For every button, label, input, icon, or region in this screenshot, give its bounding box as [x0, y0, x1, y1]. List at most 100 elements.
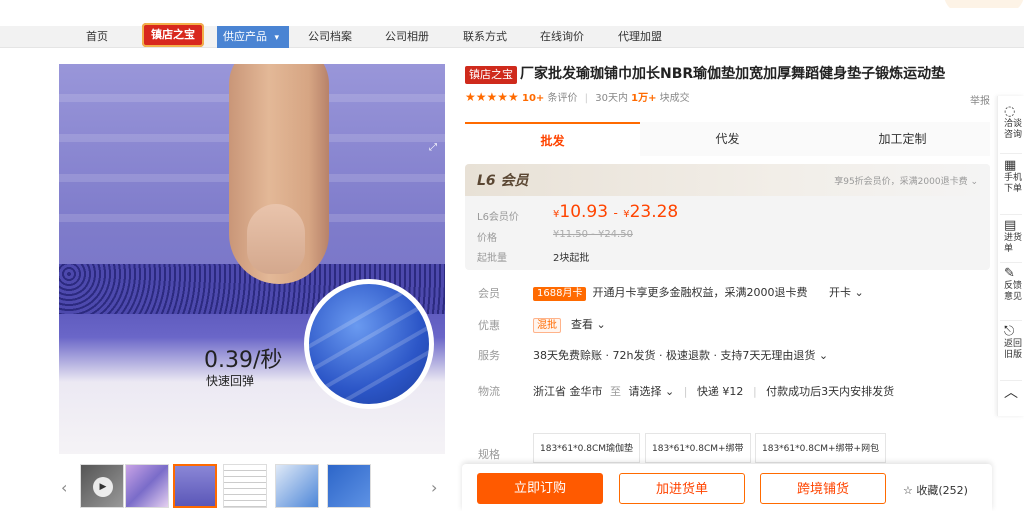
- edit-icon: ✎: [1004, 266, 1015, 281]
- mixed-batch-tag: 混批: [533, 318, 561, 333]
- report-link[interactable]: 举报: [970, 92, 990, 107]
- price-high: 23.28: [629, 202, 679, 222]
- action-bar: 立即订购 加进货单 跨境铺货 ☆ 收藏(252): [462, 464, 992, 511]
- speed-text: 0.39/秒: [204, 348, 283, 373]
- ship-from: 浙江省 金华市: [533, 385, 603, 398]
- thumbnail-3-selected[interactable]: [173, 464, 217, 508]
- thumbnail-video[interactable]: ▶: [80, 464, 124, 508]
- nav-contact[interactable]: 联系方式: [463, 26, 507, 48]
- orig-price-label: 价格: [477, 233, 497, 244]
- ship-to-word: 至: [610, 385, 621, 398]
- sidebar-consult[interactable]: ◌ 洽谈咨询: [1004, 104, 1024, 141]
- chevron-down-icon: ⌄: [661, 385, 675, 398]
- rating-row: ★★★★★ 10+ 条评价 | 30天内 1万+ 块成交: [465, 90, 690, 106]
- spec-option-3[interactable]: 183*61*0.8CM+绑带+网包: [755, 433, 887, 463]
- service-row[interactable]: 38天免费赊账 · 72h发货 · 极速退款 · 支持7天无理由退货 ⌄: [533, 347, 828, 363]
- vip-note[interactable]: 享95折会员价，采满2000退卡费 ⌄: [834, 174, 978, 187]
- list-icon: ▤: [1004, 218, 1017, 233]
- fingernail-image: [247, 204, 305, 274]
- view-discount-button[interactable]: 查看 ⌄: [571, 318, 606, 331]
- vip-note-text: 享95折会员价，采满2000退卡费: [834, 177, 968, 187]
- chat-icon: ◌: [1004, 104, 1016, 119]
- nav-agent[interactable]: 代理加盟: [618, 26, 662, 48]
- chevron-down-icon: ⌄: [850, 286, 864, 299]
- thumbnail-5[interactable]: [275, 464, 319, 508]
- divider: [1000, 153, 1022, 154]
- divider: |: [683, 385, 688, 398]
- right-sidebar: ◌ 洽谈咨询 ▦ 手机下单 ▤ 进货单 ✎ 反馈意见 ⎋ 返回旧版 ︿: [997, 96, 1024, 416]
- prev-arrow-icon[interactable]: ‹: [61, 478, 67, 497]
- divider: [1000, 320, 1022, 321]
- product-title-tag: 镇店之宝: [465, 66, 517, 84]
- member-card-tag: 1688月卡: [533, 287, 587, 301]
- thumbnail-4[interactable]: [223, 464, 267, 508]
- nav-archive[interactable]: 公司档案: [308, 26, 352, 48]
- sidebar-feedback[interactable]: ✎ 反馈意见: [1004, 266, 1024, 303]
- price-box: L6 会员 享95折会员价，采满2000退卡费 ⌄ L6会员价 ¥10.93 -…: [465, 164, 990, 270]
- star-icon: ☆: [903, 484, 913, 497]
- chevron-down-icon: ⌄: [970, 177, 978, 187]
- spec-label: 规格: [478, 448, 500, 461]
- open-card-button[interactable]: 开卡 ⌄: [829, 286, 864, 299]
- tab-wholesale[interactable]: 批发: [465, 122, 640, 156]
- chevron-down-icon: ▾: [274, 33, 280, 43]
- sidebar-feedback-label: 反馈意见: [1004, 281, 1023, 302]
- deals-prefix: 30天内: [595, 93, 628, 104]
- discount-row: 混批 查看 ⌄: [533, 316, 606, 333]
- sidebar-back[interactable]: ⎋ 返回旧版: [1004, 325, 1024, 361]
- spec-option-2[interactable]: 183*61*0.8CM+绑带: [645, 433, 751, 463]
- tab-dropship[interactable]: 代发: [640, 122, 815, 156]
- spec-option-1[interactable]: 183*61*0.8CM瑜伽垫: [533, 433, 640, 463]
- member-level-header: L6 会员 享95折会员价，采满2000退卡费 ⌄: [465, 164, 990, 196]
- scroll-top-icon[interactable]: ︿: [1004, 386, 1024, 400]
- vip-price-range: ¥10.93 - ¥23.28: [553, 202, 678, 222]
- product-title: 厂家批发瑜珈铺巾加长NBR瑜伽垫加宽加厚舞蹈健身垫子锻炼运动垫: [520, 66, 946, 82]
- sidebar-back-label: 返回旧版: [1004, 339, 1023, 360]
- thumbnail-2[interactable]: [125, 464, 169, 508]
- nav-album[interactable]: 公司相册: [385, 26, 429, 48]
- member-text: 开通月卡享更多金融权益，采满2000退卡费: [592, 286, 808, 299]
- nav-supply-label: 供应产品: [223, 30, 267, 43]
- ship-to-value: 请选择: [628, 385, 662, 398]
- thumbnail-6[interactable]: [327, 464, 371, 508]
- nav-home[interactable]: 首页: [86, 26, 108, 48]
- play-icon: ▶: [93, 477, 113, 497]
- price-low: 10.93: [559, 202, 609, 222]
- chevron-down-icon: ⌄: [815, 349, 829, 362]
- sidebar-mobile[interactable]: ▦ 手机下单: [1004, 158, 1024, 195]
- vip-price-label: L6会员价: [477, 212, 519, 223]
- chevron-down-icon: ⌄: [593, 318, 606, 331]
- view-discount-label: 查看: [571, 318, 593, 331]
- crossborder-button[interactable]: 跨境铺货: [760, 473, 886, 504]
- top-bar-remnant: · · · · · · · · · · · · · · · · · ·: [228, 0, 339, 4]
- ship-to-select[interactable]: 请选择 ⌄: [629, 385, 675, 398]
- main-product-image[interactable]: 0.39/秒 快速回弹 ⤢: [59, 64, 445, 454]
- favorite-button[interactable]: ☆ 收藏(252): [903, 482, 968, 498]
- member-row: 1688月卡 开通月卡享更多金融权益，采满2000退卡费 开卡 ⌄: [533, 284, 864, 301]
- detail-circle: [304, 279, 434, 409]
- express-fee: 快递 ¥12: [696, 385, 744, 398]
- member-level: L6 会员: [477, 173, 529, 189]
- service-text: 38天免费赊账 · 72h发货 · 极速退款 · 支持7天无理由退货: [533, 349, 816, 362]
- purchase-tabs: 批发 代发 加工定制: [465, 122, 990, 156]
- divider: [1000, 214, 1022, 215]
- sidebar-stock-label: 进货单: [1004, 233, 1023, 254]
- discount-label: 优惠: [478, 319, 500, 332]
- add-to-cart-button[interactable]: 加进货单: [619, 473, 745, 504]
- price-dash: -: [613, 206, 618, 220]
- nav-badge[interactable]: 镇店之宝: [142, 23, 204, 47]
- next-arrow-icon[interactable]: ›: [431, 478, 437, 497]
- tab-custom[interactable]: 加工定制: [815, 122, 990, 156]
- sidebar-stock[interactable]: ▤ 进货单: [1004, 218, 1024, 255]
- nav-inquiry[interactable]: 在线询价: [540, 26, 584, 48]
- divider: |: [752, 385, 757, 398]
- open-card-label: 开卡: [828, 286, 851, 299]
- reviews-label[interactable]: 条评价: [547, 93, 577, 104]
- reviews-count[interactable]: 10+: [522, 93, 544, 104]
- nav-supply[interactable]: 供应产品 ▾: [217, 26, 289, 48]
- buy-now-button[interactable]: 立即订购: [477, 473, 603, 504]
- favorite-label: 收藏(252): [916, 484, 968, 497]
- qrcode-icon: ▦: [1004, 158, 1017, 173]
- zoom-icon[interactable]: ⤢: [429, 142, 437, 153]
- top-decoration: [944, 0, 1024, 8]
